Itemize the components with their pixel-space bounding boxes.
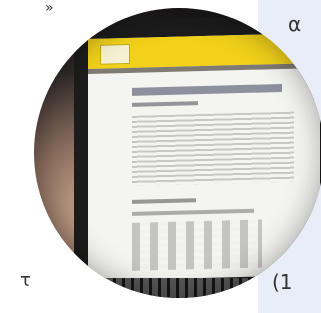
laptop-photo (34, 8, 321, 298)
corner-text-tau: τ (20, 270, 31, 291)
corner-text-arrows: » (45, 0, 54, 16)
photo-vignette (34, 8, 321, 298)
